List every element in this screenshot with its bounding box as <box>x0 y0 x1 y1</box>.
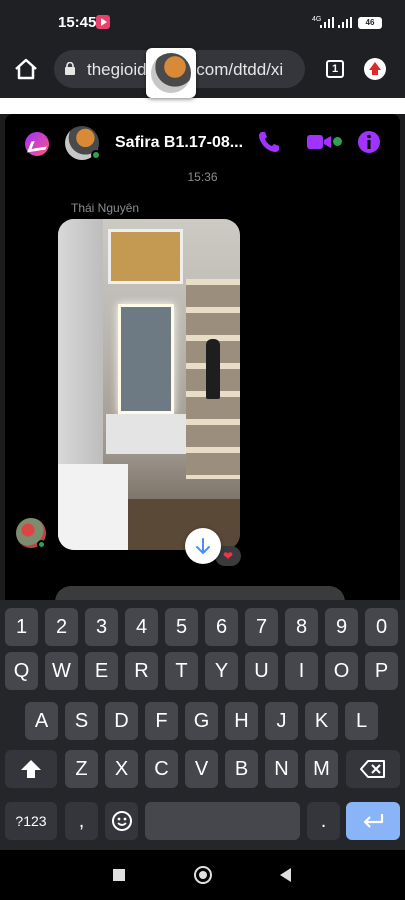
emoji-icon <box>111 811 132 831</box>
page-background <box>0 98 405 114</box>
system-navigation-bar <box>0 850 405 900</box>
backspace-icon <box>360 760 385 778</box>
enter-key[interactable] <box>346 802 400 840</box>
home-icon[interactable] <box>14 58 38 80</box>
scroll-to-bottom-button[interactable] <box>185 528 221 564</box>
symbols-key[interactable]: ?123 <box>5 802 57 840</box>
chat-head-avatar <box>151 53 191 93</box>
online-status-dot <box>91 150 101 160</box>
key-b[interactable]: B <box>225 750 258 788</box>
key-0[interactable]: 0 <box>365 608 398 646</box>
key-c[interactable]: C <box>145 750 178 788</box>
browser-toolbar: thegioid .com/dtdd/xi 1 <box>0 40 405 98</box>
key-5[interactable]: 5 <box>165 608 198 646</box>
sender-online-dot <box>37 540 46 549</box>
key-t[interactable]: T <box>165 652 198 690</box>
battery-icon: 46 <box>358 17 382 29</box>
key-w[interactable]: W <box>45 652 78 690</box>
call-active-dot <box>333 137 342 146</box>
shift-icon <box>21 760 41 778</box>
space-key[interactable] <box>145 802 300 840</box>
key-x[interactable]: X <box>105 750 138 788</box>
sender-name: Thái Nguyên <box>71 201 140 215</box>
keyboard: 1 2 3 4 5 6 7 8 9 0 Q W E R T Y U I O P … <box>0 600 405 850</box>
key-6[interactable]: 6 <box>205 608 238 646</box>
signal-icon-2 <box>338 17 352 28</box>
period-key[interactable]: . <box>307 802 340 840</box>
key-1[interactable]: 1 <box>5 608 38 646</box>
chat-header: Safira B1.17-08... <box>5 114 400 170</box>
message-timestamp: 15:36 <box>187 170 218 184</box>
lock-icon <box>65 62 75 75</box>
key-u[interactable]: U <box>245 652 278 690</box>
comma-key[interactable]: , <box>65 802 98 840</box>
emoji-key[interactable] <box>105 802 138 840</box>
key-d[interactable]: D <box>105 702 138 740</box>
messenger-chat-window: Safira B1.17-08... 15:36 Thái Nguyên ❤ <box>5 114 400 602</box>
enter-icon <box>363 814 384 828</box>
status-time: 15:45 <box>58 14 97 31</box>
key-v[interactable]: V <box>185 750 218 788</box>
key-7[interactable]: 7 <box>245 608 278 646</box>
key-3[interactable]: 3 <box>85 608 118 646</box>
info-icon[interactable] <box>355 128 383 156</box>
key-g[interactable]: G <box>185 702 218 740</box>
key-o[interactable]: O <box>325 652 358 690</box>
chat-head-bubble[interactable] <box>146 48 196 98</box>
video-call-icon[interactable] <box>305 128 333 156</box>
key-m[interactable]: M <box>305 750 338 788</box>
key-r[interactable]: R <box>125 652 158 690</box>
shift-key[interactable] <box>5 750 57 788</box>
key-a[interactable]: A <box>25 702 58 740</box>
home-button[interactable] <box>194 866 212 884</box>
key-i[interactable]: I <box>285 652 318 690</box>
status-bar: 15:45 4G 46 <box>0 0 405 40</box>
notification-app-icon <box>96 15 110 29</box>
key-4[interactable]: 4 <box>125 608 158 646</box>
backspace-key[interactable] <box>346 750 400 788</box>
key-9[interactable]: 9 <box>325 608 358 646</box>
back-button[interactable] <box>280 868 291 882</box>
key-n[interactable]: N <box>265 750 298 788</box>
tab-switcher-button[interactable]: 1 <box>326 60 344 78</box>
arrow-down-icon <box>196 538 210 555</box>
key-e[interactable]: E <box>85 652 118 690</box>
message-photo[interactable] <box>58 219 240 550</box>
key-k[interactable]: K <box>305 702 338 740</box>
key-s[interactable]: S <box>65 702 98 740</box>
key-h[interactable]: H <box>225 702 258 740</box>
signal-icon <box>320 17 334 28</box>
key-2[interactable]: 2 <box>45 608 78 646</box>
phone-icon[interactable] <box>255 128 283 156</box>
key-z[interactable]: Z <box>65 750 98 788</box>
messenger-logo-icon[interactable] <box>25 132 49 156</box>
key-j[interactable]: J <box>265 702 298 740</box>
key-8[interactable]: 8 <box>285 608 318 646</box>
key-f[interactable]: F <box>145 702 178 740</box>
key-l[interactable]: L <box>345 702 378 740</box>
key-p[interactable]: P <box>365 652 398 690</box>
key-q[interactable]: Q <box>5 652 38 690</box>
recents-button[interactable] <box>113 869 125 881</box>
upload-icon[interactable] <box>364 58 386 80</box>
key-y[interactable]: Y <box>205 652 238 690</box>
contact-name[interactable]: Safira B1.17-08... <box>115 134 243 152</box>
